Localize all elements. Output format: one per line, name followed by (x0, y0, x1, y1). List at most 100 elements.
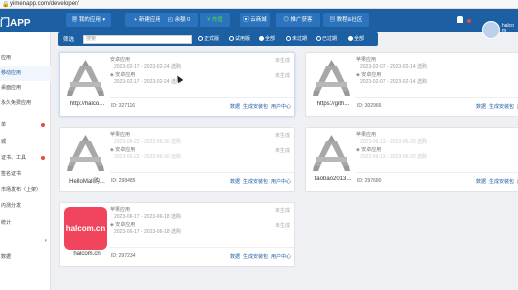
build-status: 未生成 (274, 58, 290, 64)
nav-balance-button[interactable]: ◰ 余额 0 (160, 13, 198, 27)
red-dot-badge (41, 123, 45, 127)
radio-icon (286, 36, 291, 41)
build-package-link[interactable]: 生成安装包 (243, 104, 268, 110)
browser-address-bar[interactable]: 🔒 yimenapp.com/developer/ (0, 0, 518, 9)
user-center-link[interactable]: 用户中心 (271, 179, 291, 185)
logo[interactable]: 门APP (0, 14, 31, 29)
radio-checked-icon (259, 36, 264, 41)
filter-not-expired[interactable]: 未过期 (286, 35, 307, 42)
app-card[interactable]: halcom.cn halcom.cn 苹果应用 2023-06-17 - 2023… (59, 202, 295, 267)
sidebar-item-mobile-apps[interactable]: 移动应用 (0, 66, 51, 81)
apple-icon-label: 安卓应用 (110, 57, 131, 63)
nav-my-apps-button[interactable]: ▦ 我的应用 ▾ (66, 13, 111, 27)
avatar[interactable] (482, 21, 500, 39)
nav-recharge-button[interactable]: ¥ 充值 (200, 13, 230, 27)
app-icon[interactable] (64, 57, 107, 100)
android-icon-label: ◈ 安卓应用 (356, 147, 382, 153)
bell-icon[interactable] (457, 16, 463, 23)
radio-icon (198, 36, 203, 41)
validity-date: 2023-06-13 - 2023-06-20 选购 (360, 154, 427, 160)
data-link[interactable]: 数据 (230, 104, 240, 110)
divider (110, 172, 294, 173)
build-status: 未生成 (274, 223, 290, 229)
nav-promotion-button[interactable]: ◎ 推广获客 (276, 13, 320, 27)
wallet-icon: ◰ (167, 17, 175, 23)
sidebar-item-beta[interactable]: 内测分发 (0, 199, 51, 214)
card-actions: 数据生成安装包用户中心 (473, 178, 518, 185)
data-link[interactable]: 数据 (230, 179, 240, 185)
radio-checked-icon (348, 36, 353, 41)
sidebar-item-mall[interactable]: 城 (0, 135, 51, 150)
app-icon[interactable]: halcom.cn (64, 207, 107, 250)
app-card[interactable]: http://halco... 安卓应用 2023-02-17 - 2023-02… (59, 52, 295, 117)
validity-date: 2023-02-17 - 2023-02-24 选购 (114, 79, 181, 85)
build-status: 未生成 (274, 133, 290, 139)
android-icon-label: ◈ 安卓应用 (110, 147, 136, 153)
app-store-placeholder-icon (67, 135, 104, 171)
sidebar-item-market-publish[interactable]: 市场发布（上架） (0, 183, 51, 198)
card-actions: 数据生成安装包用户中心 (227, 253, 291, 260)
search-input[interactable]: 搜索 (83, 35, 192, 44)
filter-all-a[interactable]: 全部 (259, 35, 275, 42)
share-icon: ◎ (283, 17, 291, 23)
divider (356, 172, 518, 173)
filter-trial[interactable]: 试用版 (229, 35, 250, 42)
build-status: 未生成 (274, 73, 290, 79)
data-link[interactable]: 数据 (230, 254, 240, 260)
sidebar-item-apps[interactable]: 应用 (0, 51, 51, 66)
app-icon[interactable] (310, 57, 353, 100)
apple-icon-label: 苹果应用 (110, 132, 131, 138)
app-id: ID: 298485 (111, 178, 136, 184)
card-actions: 数据生成安装包用户中心 (227, 178, 291, 185)
android-icon-label: ◈ 安卓应用 (110, 222, 136, 228)
sidebar-item-stats[interactable]: 统计 (0, 216, 51, 231)
grid-icon: ▦ (71, 17, 79, 23)
build-package-link[interactable]: 生成安装包 (489, 179, 514, 185)
build-package-link[interactable]: 生成安装包 (243, 254, 268, 260)
filter-expired[interactable]: 已过期 (316, 35, 337, 42)
app-card[interactable]: https://gith... 苹果应用 2023-02-07 - 2023-02… (305, 52, 518, 117)
sidebar-item-free-apps[interactable]: 永久免费应用 (0, 96, 51, 111)
app-name[interactable]: http://halco... (62, 101, 112, 107)
validity-date: 2023-06-23 - 2023-06-30 选购 (114, 154, 181, 160)
app-name[interactable]: taobao2013... (308, 176, 358, 182)
app-card[interactable]: HelloMall购... 苹果应用 2023-06-23 - 2023-06-3… (59, 127, 295, 192)
build-package-link[interactable]: 生成安装包 (243, 179, 268, 185)
data-link[interactable]: 数据 (476, 179, 486, 185)
halcom-logo: halcom.cn (64, 207, 107, 250)
filter-official[interactable]: 正式版 (198, 35, 219, 42)
app-card[interactable]: taobao2013... 苹果应用 2023-06-13 - 2023-06-2… (305, 127, 518, 192)
user-center-link[interactable]: 用户中心 (271, 104, 291, 110)
app-id: ID: 327116 (111, 103, 136, 109)
data-link[interactable]: 数据 (476, 104, 486, 110)
android-icon-label: ◈ 安卓应用 (110, 72, 136, 78)
validity-date: 2023-02-07 - 2023-02-14 选购 (360, 79, 427, 85)
nav-tutorial-button[interactable]: ▤ 教程&社区 (323, 13, 369, 27)
app-store-placeholder-icon (313, 135, 350, 171)
user-name[interactable]: halco m (502, 24, 518, 34)
sidebar-item-cert-tools[interactable]: 证书、工具 (0, 151, 51, 166)
validity-date: 2023-06-23 - 2023-06-30 选购 (114, 139, 181, 145)
build-status: 未生成 (274, 208, 290, 214)
validity-date: 2023-02-17 - 2023-02-24 选购 (114, 64, 181, 70)
app-icon[interactable] (310, 132, 353, 175)
app-name[interactable]: https://gith... (308, 101, 358, 107)
sidebar-item-data[interactable]: 数据 (0, 250, 51, 265)
address-url[interactable]: yimenapp.com/developer/ (10, 1, 79, 7)
radio-icon (229, 36, 234, 41)
nav-cloud-shop-button[interactable]: ▣ 云商城 (240, 13, 270, 27)
filter-label: 筛选 (63, 37, 75, 43)
sidebar-item-desktop-apps[interactable]: 桌面应用 (0, 81, 51, 96)
sidebar-item-signing-cert[interactable]: 签名证书 (0, 167, 51, 182)
sidebar-item-orders[interactable]: 单 (0, 118, 51, 133)
sidebar: 应用 移动应用 桌面应用 永久免费应用 单 城 证书、工具 签名证书 市场发布（… (0, 32, 51, 290)
app-name[interactable]: halcom.cn (62, 251, 112, 257)
user-center-link[interactable]: 用户中心 (271, 254, 291, 260)
app-name[interactable]: HelloMall购... (62, 176, 112, 185)
sidebar-item-collapsed[interactable]: ▾ (0, 234, 51, 249)
filter-bar: 筛选 搜索 正式版 试用版 全部 未过期 已过期 全部 (58, 32, 378, 46)
app-icon[interactable] (64, 132, 107, 175)
chevron-down-icon: ▾ (44, 238, 47, 244)
filter-all-b[interactable]: 全部 (348, 35, 364, 42)
build-package-link[interactable]: 生成安装包 (489, 104, 514, 110)
